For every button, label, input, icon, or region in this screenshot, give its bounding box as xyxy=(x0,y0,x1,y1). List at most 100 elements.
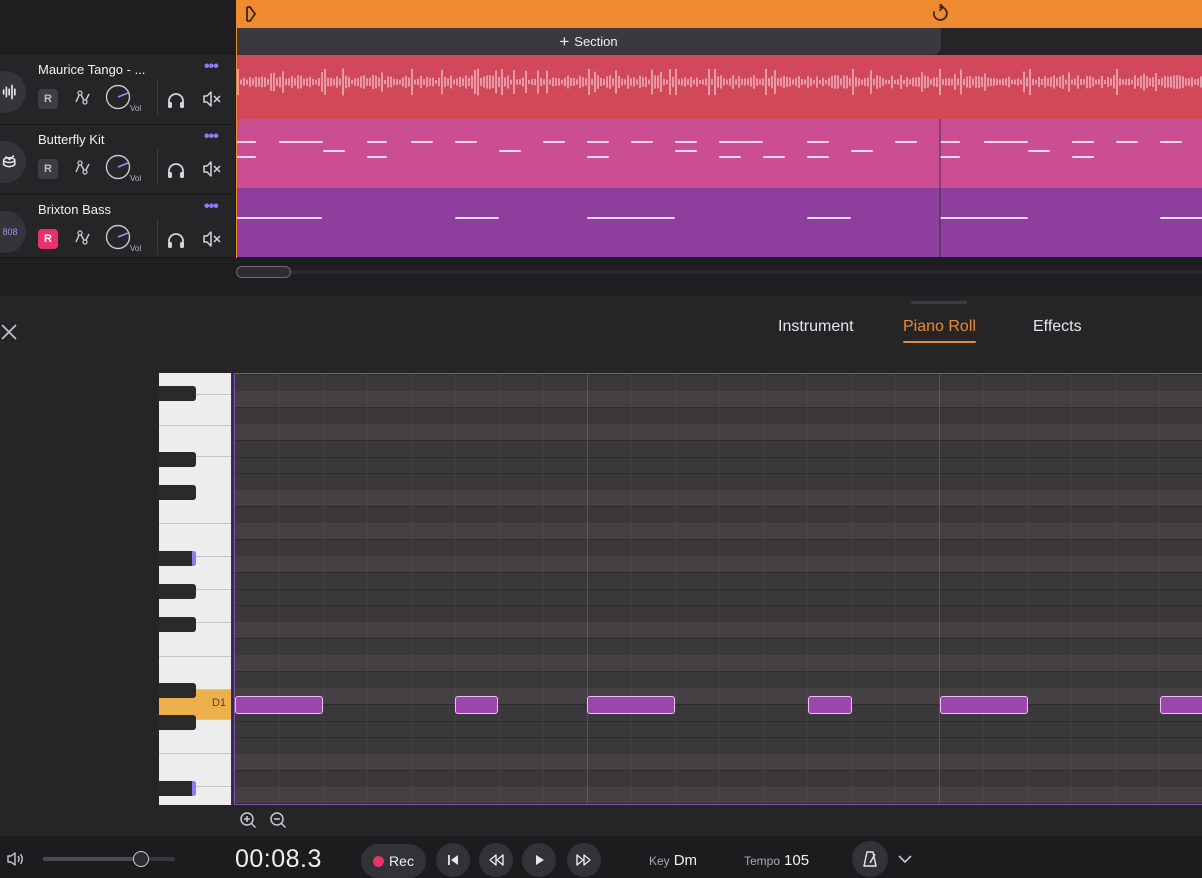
divider xyxy=(157,219,158,255)
chevron-down-icon[interactable] xyxy=(897,853,913,865)
clip-note-dash xyxy=(1072,156,1094,158)
black-key[interactable] xyxy=(159,584,196,599)
clip-boundary[interactable] xyxy=(939,119,941,188)
piano-roll-grid[interactable] xyxy=(234,373,1202,805)
midi-note[interactable] xyxy=(940,696,1028,714)
drum-icon[interactable] xyxy=(0,141,26,183)
midi-note[interactable] xyxy=(455,696,498,714)
scrollbar-thumb[interactable] xyxy=(236,266,291,278)
start-marker-icon[interactable] xyxy=(244,5,258,23)
volume-knob[interactable] xyxy=(104,223,132,251)
clip-note-dash xyxy=(1160,217,1202,219)
clip-note-dash xyxy=(543,141,565,143)
rewind-button[interactable] xyxy=(479,843,513,877)
track-name[interactable]: Brixton Bass xyxy=(38,202,111,217)
metronome-icon xyxy=(863,851,877,867)
record-button[interactable]: Rec xyxy=(361,844,426,878)
master-volume-slider[interactable] xyxy=(43,851,175,867)
audio-clip-maurice-tango[interactable] xyxy=(236,55,1202,124)
automation-icon[interactable] xyxy=(73,228,93,248)
playhead[interactable] xyxy=(236,0,237,258)
waveform-icon[interactable] xyxy=(0,71,26,113)
clip-note-dash xyxy=(807,141,829,143)
metronome-button[interactable] xyxy=(852,841,888,877)
track-name[interactable]: Butterfly Kit xyxy=(38,132,104,147)
grid-beat-line xyxy=(279,374,280,804)
piano-keyboard[interactable]: D1 xyxy=(159,373,233,805)
808-icon[interactable]: 808 xyxy=(0,211,26,253)
grid-beat-line xyxy=(1159,374,1160,804)
add-section-button[interactable]: + Section xyxy=(236,28,941,55)
key-selector[interactable]: Key Dm xyxy=(649,852,697,869)
play-button[interactable] xyxy=(522,843,556,877)
black-key[interactable] xyxy=(159,781,196,796)
zoom-out-icon[interactable] xyxy=(269,811,287,829)
grid-beat-line xyxy=(851,374,852,804)
tab-instrument[interactable]: Instrument xyxy=(778,318,854,336)
black-key[interactable] xyxy=(159,715,196,730)
clip-note-dash xyxy=(940,156,960,158)
track-menu-icon[interactable]: ••• xyxy=(204,128,219,146)
midi-note[interactable] xyxy=(1160,696,1202,714)
track-header-maurice-tango[interactable]: Maurice Tango - ... ••• R Vol xyxy=(0,55,235,125)
mute-icon[interactable] xyxy=(202,160,222,178)
volume-label: Vol xyxy=(130,174,142,183)
midi-note[interactable] xyxy=(235,696,323,714)
grid-beat-line xyxy=(807,374,808,804)
black-key[interactable] xyxy=(159,617,196,632)
grid-beat-line xyxy=(455,374,456,804)
track-name[interactable]: Maurice Tango - ... xyxy=(38,62,145,77)
track-header-brixton-bass[interactable]: 808 Brixton Bass ••• R Vol xyxy=(0,195,235,258)
black-key[interactable] xyxy=(159,452,196,467)
tempo-selector[interactable]: Tempo 105 xyxy=(744,852,809,869)
headphones-icon[interactable] xyxy=(166,91,186,109)
headphones-icon[interactable] xyxy=(166,231,186,249)
midi-note[interactable] xyxy=(808,696,852,714)
midi-clip-brixton-bass[interactable] xyxy=(236,188,1202,257)
black-key[interactable] xyxy=(159,551,196,566)
record-dot-icon xyxy=(373,855,385,867)
clip-note-dash xyxy=(411,141,433,143)
panel-resize-handle[interactable] xyxy=(911,301,967,304)
zoom-in-icon[interactable] xyxy=(239,811,257,829)
volume-knob[interactable] xyxy=(104,83,132,111)
track-menu-icon[interactable]: ••• xyxy=(204,58,219,76)
automation-icon[interactable] xyxy=(73,158,93,178)
track-menu-icon[interactable]: ••• xyxy=(204,198,219,216)
loop-icon[interactable] xyxy=(931,4,949,23)
midi-clip-butterfly-kit[interactable] xyxy=(236,119,1202,188)
black-key[interactable] xyxy=(159,683,196,698)
fast-forward-button[interactable] xyxy=(567,843,601,877)
horizontal-scrollbar[interactable] xyxy=(236,266,1202,278)
waveform xyxy=(237,68,1202,96)
speaker-icon[interactable] xyxy=(6,851,26,867)
clip-note-dash xyxy=(719,156,741,158)
volume-thumb[interactable] xyxy=(133,851,150,867)
close-icon[interactable] xyxy=(0,323,18,341)
record-arm-button[interactable]: R xyxy=(38,159,58,179)
track-header-butterfly-kit[interactable]: Butterfly Kit ••• R Vol xyxy=(0,125,235,195)
mute-icon[interactable] xyxy=(202,90,222,108)
mute-icon[interactable] xyxy=(202,230,222,248)
grid-beat-line xyxy=(675,374,676,804)
808-label: 808 xyxy=(2,227,18,237)
time-display: 00:08.3 xyxy=(235,845,322,873)
grid-beat-line xyxy=(939,374,940,804)
midi-note[interactable] xyxy=(587,696,675,714)
black-key[interactable] xyxy=(159,485,196,500)
volume-fill xyxy=(43,857,139,861)
black-key[interactable] xyxy=(159,386,196,401)
headphones-icon[interactable] xyxy=(166,161,186,179)
volume-knob[interactable] xyxy=(104,153,132,181)
timeline-ruler[interactable] xyxy=(236,0,1202,28)
grid-beat-line xyxy=(1027,374,1028,804)
automation-icon[interactable] xyxy=(73,88,93,108)
skip-back-icon xyxy=(448,855,458,865)
tab-effects[interactable]: Effects xyxy=(1033,318,1082,336)
record-arm-button[interactable]: R xyxy=(38,89,58,109)
clip-boundary[interactable] xyxy=(939,188,941,257)
record-arm-button[interactable]: R xyxy=(38,229,58,249)
add-section-label: Section xyxy=(574,34,618,49)
tab-piano-roll[interactable]: Piano Roll xyxy=(903,318,976,343)
skip-to-start-button[interactable] xyxy=(436,843,470,877)
